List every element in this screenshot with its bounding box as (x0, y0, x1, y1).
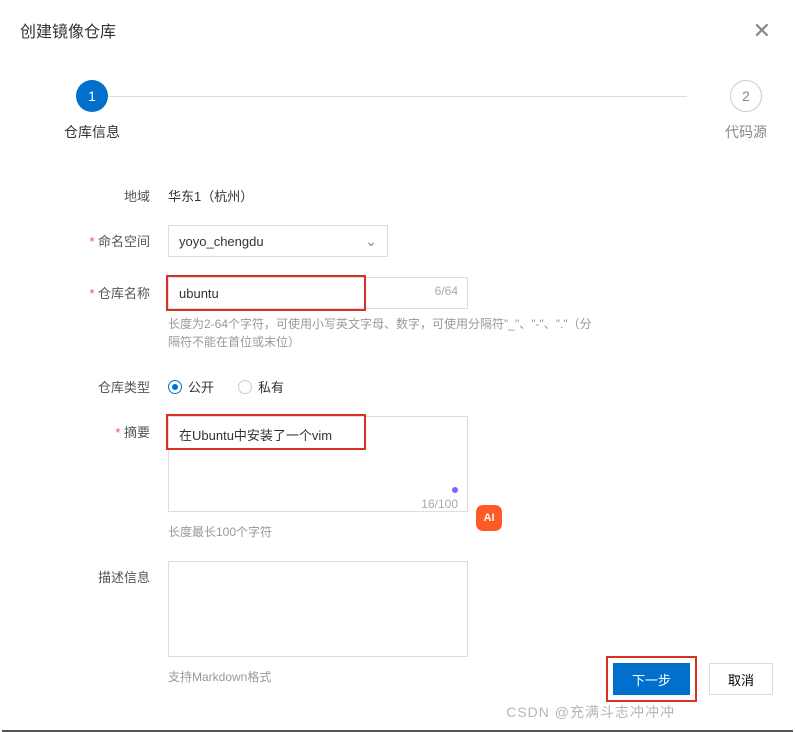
step-2: 2 代码源 (725, 80, 767, 142)
summary-textarea[interactable] (168, 416, 468, 512)
cancel-button[interactable]: 取消 (709, 663, 773, 695)
step-line (108, 96, 687, 97)
row-repo-name: 仓库名称 6/64 长度为2-64个字符，可使用小写英文字母、数字，可使用分隔符… (40, 277, 755, 351)
next-button[interactable]: 下一步 (613, 663, 690, 695)
resize-handle-icon[interactable] (452, 487, 458, 493)
value-region: 华东1（杭州） (168, 180, 755, 205)
row-repo-type: 仓库类型 公开 私有 (40, 371, 755, 396)
step-1: 1 仓库信息 (64, 80, 120, 142)
label-namespace: 命名空间 (40, 225, 168, 250)
repo-name-input[interactable] (168, 277, 468, 309)
step-2-label: 代码源 (725, 122, 767, 142)
namespace-select-value: yoyo_chengdu (179, 234, 264, 249)
namespace-select[interactable]: yoyo_chengdu ⌄ (168, 225, 388, 257)
stepper: 1 仓库信息 2 代码源 (28, 80, 767, 140)
next-button-highlight: 下一步 (606, 656, 697, 702)
watermark: CSDN @充满斗志冲冲冲 (506, 702, 675, 722)
step-2-circle: 2 (730, 80, 762, 112)
repo-type-radio-group: 公开 私有 (168, 371, 755, 396)
radio-public[interactable]: 公开 (168, 377, 214, 396)
ai-badge-icon[interactable]: AI (476, 505, 502, 531)
radio-private-label: 私有 (258, 377, 284, 396)
label-summary: 摘要 (40, 416, 168, 441)
row-region: 地域 华东1（杭州） (40, 180, 755, 205)
step-1-label: 仓库信息 (64, 122, 120, 142)
form: 地域 华东1（杭州） 命名空间 yoyo_chengdu ⌄ 仓库名称 6/64… (0, 180, 795, 686)
radio-private-circle (238, 380, 252, 394)
radio-private[interactable]: 私有 (238, 377, 284, 396)
label-repo-name: 仓库名称 (40, 277, 168, 302)
row-summary: 摘要 16/100 AI 长度最长100个字符 (40, 416, 755, 541)
step-1-circle: 1 (76, 80, 108, 112)
label-description: 描述信息 (40, 561, 168, 586)
radio-public-circle (168, 380, 182, 394)
description-help: 支持Markdown格式 (168, 668, 598, 686)
description-textarea[interactable] (168, 561, 468, 657)
repo-name-help: 长度为2-64个字符，可使用小写英文字母、数字，可使用分隔符"_"、"-"、".… (168, 315, 598, 351)
summary-help: 长度最长100个字符 (168, 523, 598, 541)
radio-public-label: 公开 (188, 377, 214, 396)
label-region: 地域 (40, 180, 168, 205)
label-repo-type: 仓库类型 (40, 371, 168, 396)
chevron-down-icon: ⌄ (365, 233, 377, 250)
close-icon[interactable]: ✕ (753, 18, 771, 44)
modal-title: 创建镜像仓库 (0, 0, 795, 60)
row-namespace: 命名空间 yoyo_chengdu ⌄ (40, 225, 755, 257)
footer: 下一步 取消 (606, 656, 773, 702)
